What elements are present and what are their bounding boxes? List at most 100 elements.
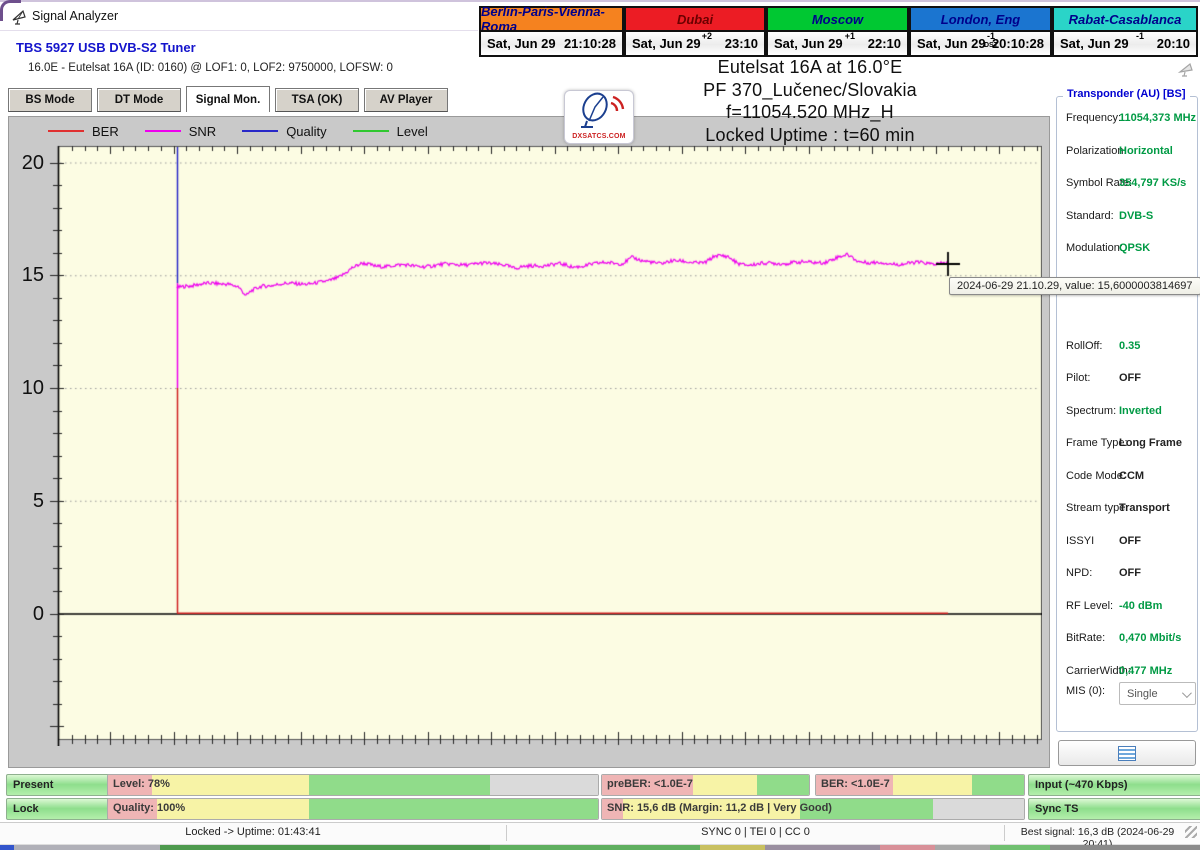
bar-segment	[152, 775, 309, 795]
world-clocks-panel: Berlin-Paris-Vienna-RomaDubaiMoscowLondo…	[479, 6, 1198, 57]
overlay-satellite: Eutelsat 16A at 16.0°E	[610, 56, 1010, 79]
bar-segment	[309, 799, 598, 819]
progress-bar-preber: preBER: <1.0E-7	[601, 774, 810, 796]
bar-label: SNR: 15,6 dB (Margin: 11,2 dB | Very Goo…	[607, 802, 832, 814]
clock-time-value: 21:10:28	[564, 36, 616, 51]
clock-header-row: Berlin-Paris-Vienna-RomaDubaiMoscowLondo…	[479, 6, 1198, 30]
field-value: Horizontal	[1119, 145, 1173, 157]
background-window-fragment	[935, 845, 990, 850]
field-label: BitRate:	[1066, 632, 1105, 644]
legend-label: BER	[92, 124, 119, 139]
background-window-fragment	[1050, 845, 1200, 850]
clock-date: Sat, Jun 29	[487, 36, 556, 51]
clock-date: Sat, Jun 29	[774, 36, 843, 51]
mis-dropdown[interactable]: Single	[1119, 682, 1196, 705]
field-label: Spectrum:	[1066, 405, 1116, 417]
field-label: Code Mode:	[1066, 470, 1126, 482]
background-window-fragment	[0, 845, 14, 850]
bar-label: Level: 78%	[113, 778, 170, 790]
report-button[interactable]	[1058, 740, 1196, 766]
bar-label: BER: <1.0E-7	[821, 778, 890, 790]
bar-segment	[972, 775, 1024, 795]
legend-label: Quality	[286, 124, 326, 139]
progress-bar-level: Level: 78%	[107, 774, 599, 796]
transponder-row-standard: Standard: DVB-S	[1057, 207, 1197, 229]
clock-utc-offset: -1	[1136, 32, 1144, 41]
resize-grip[interactable]	[1185, 826, 1197, 838]
transponder-row-symbolrate: Symbol Rate:354,797 KS/s	[1057, 174, 1197, 196]
field-label: Pilot:	[1066, 372, 1090, 384]
transponder-row-carrierwidth: CarrierWidth:0,477 MHz	[1057, 662, 1197, 684]
transponder-row-modulation: Modulation:QPSK	[1057, 239, 1197, 261]
clock-date: Sat, Jun 29	[1060, 36, 1129, 51]
legend-item-snr: SNR	[145, 124, 216, 139]
clock-time-value: 23:10	[725, 36, 758, 51]
field-value: 0.35	[1119, 340, 1140, 352]
tab-signal-mon-[interactable]: Signal Mon.	[186, 86, 270, 112]
transponder-row-polarization: Polarization:Horizontal	[1057, 142, 1197, 164]
tab-av-player[interactable]: AV Player	[364, 88, 448, 112]
field-value: OFF	[1119, 372, 1141, 384]
field-label: RF Level:	[1066, 600, 1113, 612]
field-value: Transport	[1119, 502, 1170, 514]
y-axis-tick-label: 20	[12, 152, 44, 175]
transponder-row-streamtype: Stream type:Transport	[1057, 499, 1197, 521]
bar-label: preBER: <1.0E-7	[607, 778, 693, 790]
field-label: Standard:	[1066, 210, 1114, 222]
legend-line-swatch	[353, 130, 389, 132]
clock-time-value: 20:10	[1157, 36, 1190, 51]
chart-legend: BER SNR Quality Level	[48, 120, 428, 142]
signal-analyzer-window: Signal Analyzer Berlin-Paris-Vienna-Roma…	[0, 0, 1200, 850]
legend-item-quality: Quality	[242, 124, 326, 139]
transponder-panel-title: Transponder (AU) [BS]	[1063, 88, 1190, 100]
clock-time-berlin-paris-vienna-roma: Sat, Jun 29 21:10:28	[479, 30, 624, 57]
background-window-fragment	[765, 845, 880, 850]
window-title: Signal Analyzer	[32, 9, 118, 23]
indicator-button-input: Input (~470 Kbps)	[1028, 774, 1200, 796]
transponder-row-pilot: Pilot: OFF	[1057, 369, 1197, 391]
bar-segment	[490, 775, 598, 795]
field-label: Polarization:	[1066, 145, 1127, 157]
report-disk-icon	[1118, 746, 1136, 761]
legend-label: Level	[397, 124, 428, 139]
clock-city-berlin-paris-vienna-roma: Berlin-Paris-Vienna-Roma	[479, 6, 624, 30]
bar-segment	[309, 775, 490, 795]
tab-dt-mode[interactable]: DT Mode	[97, 88, 181, 112]
transponder-row-frequency: Frequency:11054,373 MHz	[1057, 109, 1197, 131]
indicator-button-sync: Sync TS	[1028, 798, 1200, 820]
field-label: MIS (0):	[1066, 685, 1105, 697]
dxsatcs-logo: DXSATCS.COM	[564, 90, 634, 144]
background-window-fragment	[160, 845, 490, 850]
y-axis-tick-label: 10	[12, 377, 44, 400]
clock-time-row: Sat, Jun 2921:10:28Sat, Jun 29+223:10Sat…	[479, 30, 1198, 57]
transponder-row-npd: NPD:OFF	[1057, 564, 1197, 586]
satellite-dish-icon	[1176, 60, 1196, 83]
background-window-strip	[0, 845, 1200, 850]
field-value: DVB-S	[1119, 210, 1153, 222]
transponder-row-codemode: Code Mode:CCM	[1057, 467, 1197, 489]
dxsatcs-logo-text: DXSATCS.COM	[565, 133, 633, 140]
transponder-row-bitrate: BitRate:0,470 Mbit/s	[1057, 629, 1197, 651]
legend-line-swatch	[242, 130, 278, 132]
clock-utc-offset: +1	[845, 32, 855, 41]
indicator-button-lock: Lock	[6, 798, 111, 820]
field-label: ISSYI	[1066, 535, 1094, 547]
tab-bs-mode[interactable]: BS Mode	[8, 88, 92, 112]
clock-time-moscow: Sat, Jun 29+122:10	[766, 30, 909, 57]
signal-chart-canvas[interactable]	[48, 140, 1042, 746]
clock-city-dubai: Dubai	[624, 6, 766, 30]
transponder-row-rflevel: RF Level:-40 dBm	[1057, 597, 1197, 619]
bar-label: Quality: 100%	[113, 802, 185, 814]
transponder-row-spectrum: Spectrum:Inverted	[1057, 402, 1197, 424]
field-value: Inverted	[1119, 405, 1162, 417]
progress-bar-quality: Quality: 100%	[107, 798, 599, 820]
clock-dst-label: DST	[984, 41, 998, 50]
field-value: Long Frame	[1119, 437, 1182, 449]
tuner-name: TBS 5927 USB DVB-S2 Tuner	[16, 40, 196, 55]
window-corner-border	[0, 0, 21, 21]
tab-tsa-ok-[interactable]: TSA (OK)	[275, 88, 359, 112]
field-value: 11054,373 MHz	[1119, 112, 1196, 124]
transponder-row-rolloff: RollOff:0.35	[1057, 337, 1197, 359]
transponder-row-mis: MIS (0): Single	[1057, 682, 1197, 704]
bar-segment	[693, 775, 757, 795]
